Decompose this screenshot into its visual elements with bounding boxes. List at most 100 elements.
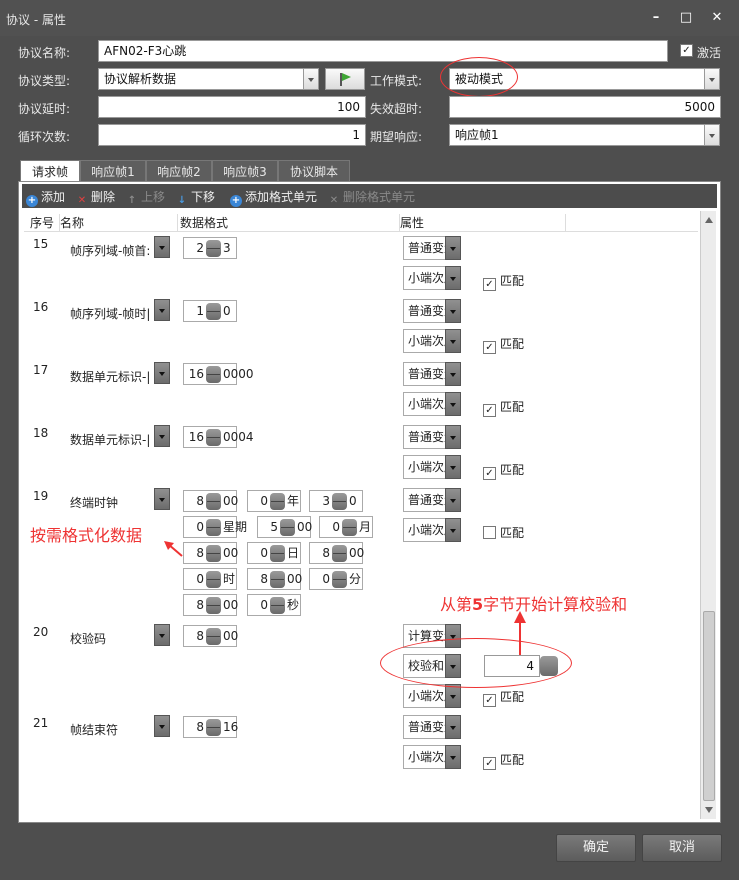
spinner-knob-icon[interactable] <box>332 493 347 510</box>
ok-button[interactable]: 确定 <box>556 834 636 862</box>
format-spinner[interactable]: 5 00 <box>257 516 312 538</box>
format-spinner[interactable]: 8 00 <box>183 594 238 616</box>
spinner-knob-icon[interactable] <box>206 240 221 257</box>
row-name-dropdown-icon[interactable] <box>154 624 170 646</box>
match-toggle[interactable]: 匹配 <box>483 524 524 541</box>
add-unit-button[interactable]: + 添加格式单元 <box>230 188 317 207</box>
dropdown-icon[interactable] <box>445 266 461 290</box>
dropdown-icon[interactable] <box>445 299 461 323</box>
match-checkbox[interactable]: ✓ <box>483 694 496 707</box>
row-name-dropdown-icon[interactable] <box>154 425 170 447</box>
spinner-knob-icon[interactable] <box>206 571 221 588</box>
match-checkbox[interactable]: ✓ <box>483 404 496 417</box>
match-toggle[interactable]: ✓ 匹配 <box>483 335 524 354</box>
type-select[interactable]: 普通变量 <box>403 236 461 260</box>
match-toggle[interactable]: ✓ 匹配 <box>483 461 524 480</box>
format-spinner[interactable]: 0日 <box>247 542 301 564</box>
spinner-knob-icon[interactable] <box>206 366 221 383</box>
match-checkbox[interactable] <box>483 526 496 539</box>
format-spinner[interactable]: 8 00 <box>247 568 302 590</box>
dropdown-icon[interactable] <box>445 455 461 479</box>
format-spinner[interactable]: 8 00 <box>183 542 238 564</box>
delete-button[interactable]: ✕ 删除 <box>76 188 115 207</box>
close-icon[interactable]: ✕ <box>706 8 728 28</box>
tab-response-3[interactable]: 响应帧3 <box>212 160 278 182</box>
maximize-icon[interactable]: □ <box>675 8 697 28</box>
dropdown-icon[interactable] <box>445 518 461 542</box>
format-spinner[interactable]: 0月 <box>319 516 373 538</box>
match-toggle[interactable]: ✓ 匹配 <box>483 688 524 707</box>
row-name-dropdown-icon[interactable] <box>154 362 170 384</box>
expect-dropdown-icon[interactable] <box>704 124 720 146</box>
spinner-knob-icon[interactable] <box>332 545 347 562</box>
loop-input[interactable]: 1 <box>98 124 366 146</box>
name-input[interactable]: AFN02-F3心跳 <box>98 40 668 62</box>
move-up-button[interactable]: ↑ 上移 <box>126 188 165 207</box>
dropdown-icon[interactable] <box>445 715 461 739</box>
row-name-dropdown-icon[interactable] <box>154 715 170 737</box>
spinner-knob-icon[interactable] <box>206 429 221 446</box>
format-spinner[interactable]: 0分 <box>309 568 363 590</box>
match-checkbox[interactable]: ✓ <box>483 341 496 354</box>
format-spinner[interactable]: 8 16 <box>183 716 238 738</box>
order-select[interactable]: 小端次序 <box>403 518 461 542</box>
row-name-dropdown-icon[interactable] <box>154 236 170 258</box>
row-name-dropdown-icon[interactable] <box>154 299 170 321</box>
spinner-knob-icon[interactable] <box>270 545 285 562</box>
tab-request[interactable]: 请求帧 <box>20 160 80 183</box>
type-select[interactable]: 普通变量 <box>403 362 461 386</box>
format-spinner[interactable]: 8 00 <box>183 490 238 512</box>
match-toggle[interactable]: ✓ 匹配 <box>483 272 524 291</box>
minimize-icon[interactable]: – <box>645 8 667 28</box>
match-toggle[interactable]: ✓ 匹配 <box>483 751 524 770</box>
scroll-down-icon[interactable] <box>705 807 713 813</box>
format-spinner[interactable]: 23 <box>183 237 237 259</box>
cancel-button[interactable]: 取消 <box>642 834 722 862</box>
spinner-knob-icon[interactable] <box>206 719 221 736</box>
format-spinner[interactable]: 30 <box>309 490 363 512</box>
match-checkbox[interactable]: ✓ <box>483 278 496 291</box>
spinner-knob-icon[interactable] <box>206 628 221 645</box>
format-spinner[interactable]: 16 0004 <box>183 426 254 448</box>
spinner-knob-icon[interactable] <box>332 571 347 588</box>
type-select[interactable]: 普通变量 <box>403 425 461 449</box>
order-select[interactable]: 小端次序 <box>403 745 461 769</box>
tab-response-2[interactable]: 响应帧2 <box>146 160 212 182</box>
match-checkbox[interactable]: ✓ <box>483 467 496 480</box>
format-spinner[interactable]: 10 <box>183 300 237 322</box>
format-spinner[interactable]: 0秒 <box>247 594 301 616</box>
expect-select[interactable]: 响应帧1 <box>449 124 705 146</box>
flag-button[interactable] <box>325 68 365 90</box>
scroll-thumb[interactable] <box>703 611 715 801</box>
format-spinner[interactable]: 8 00 <box>183 625 238 647</box>
order-select[interactable]: 小端次序 <box>403 455 461 479</box>
work-mode-dropdown-icon[interactable] <box>704 68 720 90</box>
spinner-knob-icon[interactable] <box>206 493 221 510</box>
activate-checkbox[interactable]: ✓ <box>680 44 693 57</box>
vertical-scrollbar[interactable] <box>700 211 716 819</box>
timeout-input[interactable]: 5000 <box>449 96 721 118</box>
order-select[interactable]: 小端次序 <box>403 329 461 353</box>
tab-response-1[interactable]: 响应帧1 <box>80 160 146 182</box>
dropdown-icon[interactable] <box>445 392 461 416</box>
scroll-up-icon[interactable] <box>705 217 713 223</box>
dropdown-icon[interactable] <box>445 488 461 512</box>
spinner-knob-icon[interactable] <box>206 519 221 536</box>
row-name-dropdown-icon[interactable] <box>154 488 170 510</box>
dropdown-icon[interactable] <box>445 425 461 449</box>
order-select[interactable]: 小端次序 <box>403 684 461 708</box>
spinner-knob-icon[interactable] <box>280 519 295 536</box>
delete-unit-button[interactable]: ✕ 删除格式单元 <box>328 188 415 207</box>
spinner-knob-icon[interactable] <box>270 493 285 510</box>
add-button[interactable]: + 添加 <box>26 188 65 207</box>
dropdown-icon[interactable] <box>445 236 461 260</box>
type-select[interactable]: 协议解析数据 <box>98 68 304 90</box>
tab-script[interactable]: 协议脚本 <box>278 160 350 182</box>
type-select[interactable]: 普通变量 <box>403 299 461 323</box>
type-select[interactable]: 普通变量 <box>403 488 461 512</box>
order-select[interactable]: 小端次序 <box>403 266 461 290</box>
order-select[interactable]: 小端次序 <box>403 392 461 416</box>
dropdown-icon[interactable] <box>445 745 461 769</box>
type-select[interactable]: 普通变量 <box>403 715 461 739</box>
dropdown-icon[interactable] <box>445 362 461 386</box>
